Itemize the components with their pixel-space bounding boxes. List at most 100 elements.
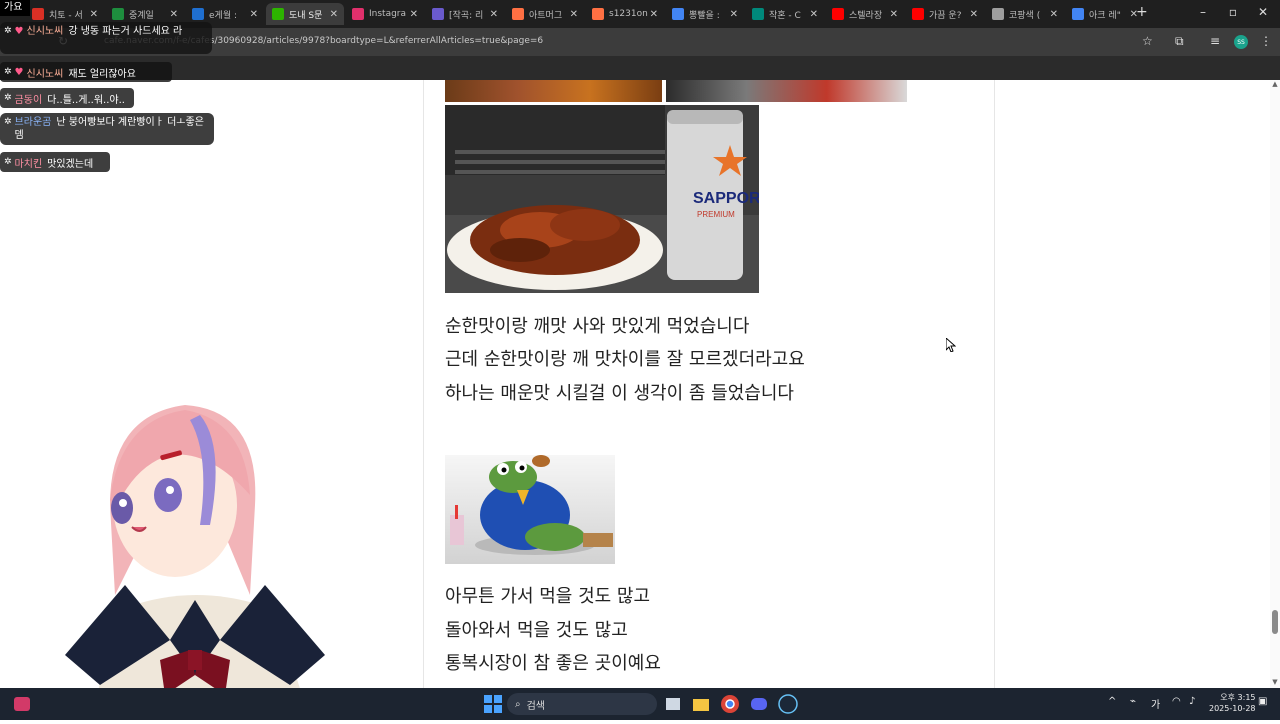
widgets-icon[interactable] [12,694,32,714]
article-image-cropped-1 [445,80,662,102]
tab-label: 가끔 운? [929,10,962,21]
tab-label: 도내 S문 [289,10,323,21]
tab-close-icon[interactable]: ✕ [90,9,98,20]
article-image-cropped-2 [666,80,907,102]
browser-tab[interactable]: s1231on ✕ [586,3,664,25]
tab-close-icon[interactable]: ✕ [1050,9,1058,20]
chat-nickname: 신시노씨 [26,68,64,80]
chat-message: ✲ 브라운곰 난 붕어빵보다 계란빵이ㅏ 더ㅗ좋은뎀 [0,113,214,145]
browser-tab[interactable]: 도내 S문 ✕ [266,3,344,25]
chat-message: ✲ ♥ 신시노씨 강 냉동 파는거 사드세요 라 [0,22,212,54]
article-right-border [994,80,995,688]
windows-start-icon[interactable] [483,694,503,714]
menu-kebab-icon[interactable]: ⋮ [1260,34,1272,48]
chat-nickname: 마치킨 [14,158,43,170]
tab-label: 스텔라장 [849,10,883,21]
tab-close-icon[interactable]: ✕ [970,9,978,20]
new-tab-button[interactable]: + [1136,4,1148,20]
article-line-5: 돌아와서 먹을 것도 많고 [445,620,628,641]
minimize-icon[interactable]: – [1193,5,1213,19]
close-window-icon[interactable]: ✕ [1253,5,1273,19]
taskbar-search[interactable]: ⌕ 검색 [507,693,657,715]
clock-date: 2025-10-28 [1209,704,1256,713]
page-scrollbar[interactable] [1270,80,1280,688]
scroll-up-icon[interactable]: ▲ [1270,80,1280,90]
tab-close-icon[interactable]: ✕ [170,9,178,20]
tab-favicon-icon [672,8,684,20]
scrollbar-thumb[interactable] [1272,610,1278,634]
article-line-3: 하나는 매운맛 시킬걸 이 생각이 좀 들었습니다 [445,383,794,404]
tab-favicon-icon [432,8,444,20]
steam-icon[interactable] [778,694,798,714]
tab-favicon-icon [1072,8,1084,20]
chat-message-text: 다..틀..게..워..야.. [47,94,125,106]
tab-close-icon[interactable]: ✕ [730,9,738,20]
article-line-2: 근데 순한맛이랑 깨 맛차이를 잘 모르겠더라고요 [445,349,805,370]
article-line-6: 통복시장이 참 좋은 곳이예요 [445,653,661,674]
notification-icon[interactable]: ▣ [1258,696,1267,707]
tab-close-icon[interactable]: ✕ [810,9,818,20]
tab-favicon-icon [592,8,604,20]
article-left-border [423,80,424,688]
tab-close-icon[interactable]: ✕ [410,9,418,20]
browser-tab[interactable]: 가끔 운? ✕ [906,3,984,25]
volume-icon[interactable]: ♪ [1189,696,1195,707]
media-control-icon[interactable]: ≡ [1210,34,1220,48]
chrome-icon[interactable] [720,694,740,714]
tab-close-icon[interactable]: ✕ [250,9,258,20]
browser-tab[interactable]: 코팡색 ( ✕ [986,3,1064,25]
chat-nickname: 신시노씨 [26,26,64,37]
mouse-cursor-icon [945,336,957,356]
browser-tab[interactable]: 뽕빨을 : ✕ [666,3,744,25]
tab-label: 아트머그 [529,10,563,21]
profile-avatar[interactable]: SS [1234,35,1248,49]
discord-icon[interactable] [749,694,769,714]
tab-favicon-icon [912,8,924,20]
scroll-down-icon[interactable]: ▼ [1270,678,1280,688]
tab-favicon-icon [832,8,844,20]
tab-label: s1231on [609,9,648,19]
network-icon[interactable]: ⌁ [1130,696,1136,707]
chat-badge-icon: ✲ [4,26,12,36]
chat-message-text: 강 냉동 파는거 사드세요 라 [68,26,183,37]
tab-favicon-icon [32,8,44,20]
browser-tab[interactable]: 아크 레" ✕ [1066,3,1144,25]
extensions-icon[interactable]: ⧉ [1175,34,1184,49]
taskbar-clock[interactable]: 오후 3:15 2025-10-28 [1209,692,1256,714]
chat-nickname: 금동이 [14,94,43,106]
tab-close-icon[interactable]: ✕ [490,9,498,20]
tab-close-icon[interactable]: ✕ [890,9,898,20]
chat-badge-icon: ✲ [4,93,12,103]
vtuber-avatar [50,395,340,720]
page-header-strip [0,56,1280,80]
browser-tab[interactable]: [작곡: 리 ✕ [426,3,504,25]
browser-tab[interactable]: Instagra ✕ [346,3,424,25]
file-explorer-icon[interactable] [691,694,711,714]
tab-close-icon[interactable]: ✕ [330,9,338,20]
chat-text: 신시노씨 강 냉동 파는거 사드세요 라 [27,25,183,38]
tab-favicon-icon [992,8,1004,20]
tab-close-icon[interactable]: ✕ [650,9,658,20]
clock-time: 오후 3:15 [1220,693,1256,702]
chat-badge-icon: ✲ [4,157,12,167]
chat-message: ✲ 마치킨 맛있겠는데 [0,152,110,172]
tab-favicon-icon [272,8,284,20]
tab-label: 작혼 - C [769,10,801,21]
tab-favicon-icon [192,8,204,20]
tab-label: 코팡색 ( [1009,10,1041,21]
wifi-icon[interactable]: ◠ [1172,696,1181,707]
chat-text: 마치킨 맛있겠는데 [15,155,94,170]
tab-label: 아크 레" [1089,10,1121,21]
tray-overflow-icon[interactable]: ^ [1108,696,1116,707]
browser-tab[interactable]: 작혼 - C ✕ [746,3,824,25]
tab-label: 뽕빨을 : [689,10,720,21]
bookmark-star-icon[interactable]: ☆ [1142,34,1153,48]
browser-tab[interactable]: 스텔라장 ✕ [826,3,904,25]
tab-label: 중계일 [129,10,154,21]
ime-indicator[interactable]: 가 [1151,696,1160,711]
tab-label: e게월 : [209,10,237,21]
task-view-icon[interactable] [663,694,683,714]
tab-close-icon[interactable]: ✕ [570,9,578,20]
browser-tab[interactable]: 아트머그 ✕ [506,3,584,25]
maximize-icon[interactable]: ▫ [1223,5,1243,19]
